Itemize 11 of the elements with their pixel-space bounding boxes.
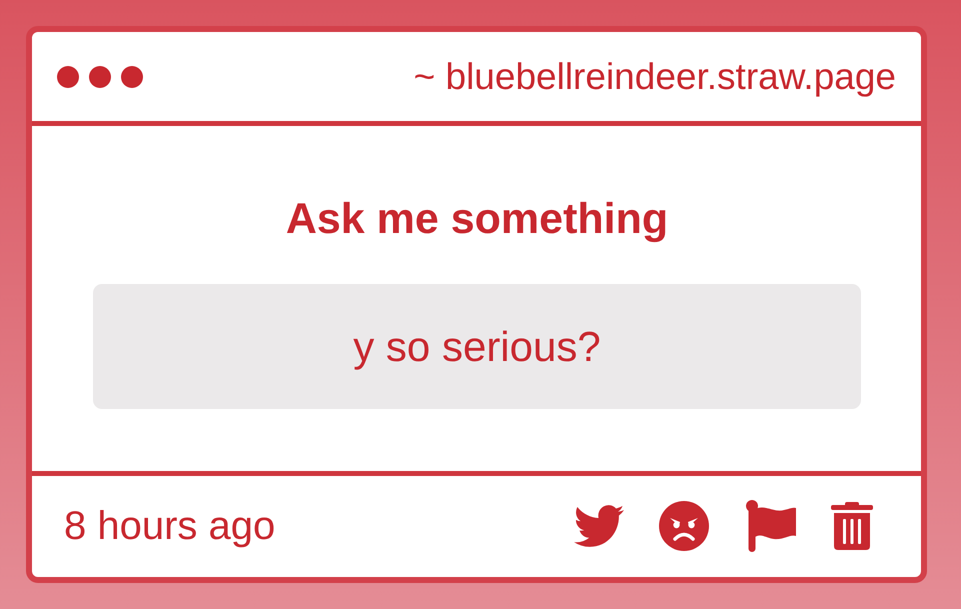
bird-icon[interactable]	[574, 504, 624, 546]
question-text: y so serious?	[353, 322, 601, 370]
window-dot-icon	[89, 66, 111, 88]
window-dot-icon	[121, 66, 143, 88]
angry-face-icon[interactable]	[659, 500, 709, 550]
timestamp: 8 hours ago	[64, 502, 276, 548]
page-heading: Ask me something	[286, 194, 668, 244]
window-title: ~ bluebellreindeer.straw.page	[414, 56, 896, 98]
flag-icon[interactable]	[746, 500, 796, 552]
window-dot-icon	[57, 66, 79, 88]
trash-icon[interactable]	[831, 502, 873, 550]
